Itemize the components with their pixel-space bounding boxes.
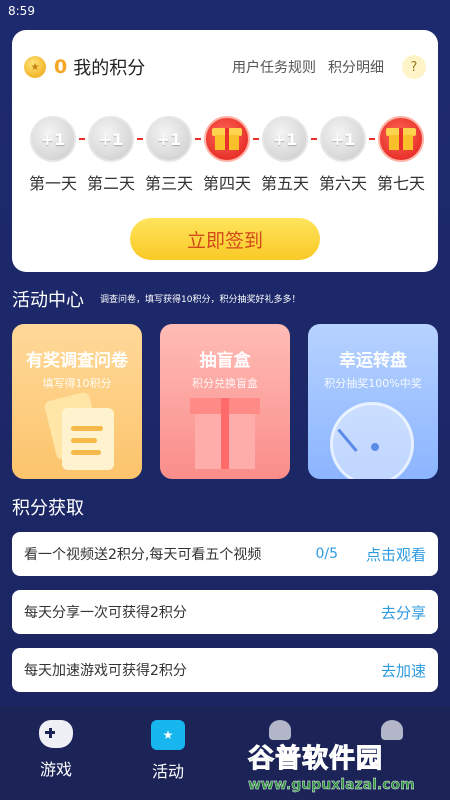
day-5: +1 第五天 xyxy=(256,116,314,194)
nav-label: 活动 xyxy=(151,762,184,781)
checkin-card: ★ 0 我的积分 用户任务规则 积分明细 ? +1 第一天 +1 第二天 +1 … xyxy=(12,30,438,272)
reward-coin-icon: +1 xyxy=(146,116,192,162)
card-title: 幸运转盘 xyxy=(339,351,407,371)
watermark-logo: 谷普软件园 xyxy=(248,744,384,775)
tv-star-icon: ★ xyxy=(151,720,185,750)
card-title: 抽盲盒 xyxy=(199,351,251,371)
card-subtitle: 填写得10积分 xyxy=(42,377,112,390)
day-6: +1 第六天 xyxy=(314,116,372,194)
day-7: 第七天 xyxy=(372,116,430,194)
points-row: ★ 0 我的积分 用户任务规则 积分明细 ? xyxy=(24,50,426,84)
task-count: 0/5 xyxy=(315,546,338,562)
day-label: 第二天 xyxy=(86,174,135,193)
reward-coin-icon: +1 xyxy=(320,116,366,162)
day-label: 第七天 xyxy=(376,174,425,193)
sign-in-button[interactable]: 立即签到 xyxy=(130,218,320,260)
help-icon[interactable]: ? xyxy=(402,55,426,79)
card-title: 有奖调查问卷 xyxy=(26,351,128,371)
watermark: 谷普软件园 www.gupuxlazal.com xyxy=(248,738,448,796)
task-row: 每天加速游戏可获得2积分 去加速 xyxy=(12,648,438,692)
task-row: 每天分享一次可获得2积分 去分享 xyxy=(12,590,438,634)
task-text: 看一个视频送2积分,每天可看五个视频 xyxy=(24,547,262,563)
task-row: 看一个视频送2积分,每天可看五个视频 0/5 点击观看 xyxy=(12,532,438,576)
earn-title: 积分获取 xyxy=(12,498,84,519)
points-value: 0 xyxy=(54,56,68,78)
accelerate-link[interactable]: 去加速 xyxy=(381,660,426,681)
day-label: 第一天 xyxy=(28,174,77,193)
activity-subtitle: 调查问卷，填写获得10积分，积分抽奖好礼多多！ xyxy=(100,295,301,305)
card-subtitle: 积分兑换盲盒 xyxy=(192,377,258,390)
points-title: 我的积分 xyxy=(73,58,146,79)
survey-card[interactable]: 有奖调查问卷 填写得10积分 xyxy=(12,324,142,479)
watch-video-link[interactable]: 点击观看 xyxy=(366,544,426,565)
reward-coin-icon: +1 xyxy=(30,116,76,162)
nav-icon xyxy=(381,720,403,740)
blind-box-card[interactable]: 抽盲盒 积分兑换盲盒 xyxy=(160,324,290,479)
questionnaire-icon xyxy=(42,391,122,476)
status-time: 8:59 xyxy=(8,4,35,18)
wheel-icon xyxy=(330,402,414,479)
gift-icon xyxy=(378,116,424,162)
nav-label: 游戏 xyxy=(39,760,72,779)
day-label: 第六天 xyxy=(318,174,367,193)
nav-item-4[interactable] xyxy=(352,720,432,740)
nav-item-3[interactable] xyxy=(240,720,320,740)
gift-box-icon xyxy=(190,392,260,472)
day-4: 第四天 xyxy=(198,116,256,194)
day-label: 第三天 xyxy=(144,174,193,193)
activity-title: 活动中心 xyxy=(12,290,84,311)
day-label: 第五天 xyxy=(260,174,309,193)
nav-item-activity[interactable]: ★ 活动 xyxy=(128,720,208,782)
gamepad-icon xyxy=(39,720,73,748)
card-subtitle: 积分抽奖100%中奖 xyxy=(324,377,422,390)
gift-icon xyxy=(204,116,250,162)
day-label: 第四天 xyxy=(202,174,251,193)
task-text: 每天加速游戏可获得2积分 xyxy=(24,663,187,679)
share-link[interactable]: 去分享 xyxy=(381,602,426,623)
reward-coin-icon: +1 xyxy=(262,116,308,162)
checkin-days: +1 第一天 +1 第二天 +1 第三天 第四天 +1 第五天 +1 第六天 第… xyxy=(24,116,434,226)
day-3: +1 第三天 xyxy=(140,116,198,194)
task-text: 每天分享一次可获得2积分 xyxy=(24,605,187,621)
status-bar: 8:59 xyxy=(0,0,450,22)
points-detail-link[interactable]: 积分明细 xyxy=(328,57,384,77)
nav-item-games[interactable]: 游戏 xyxy=(16,720,96,780)
coin-icon: ★ xyxy=(24,56,46,78)
reward-coin-icon: +1 xyxy=(88,116,134,162)
watermark-url: www.gupuxlazal.com xyxy=(248,777,415,793)
nav-icon xyxy=(269,720,291,740)
day-1: +1 第一天 xyxy=(24,116,82,194)
lucky-wheel-card[interactable]: 幸运转盘 积分抽奖100%中奖 xyxy=(308,324,438,479)
day-2: +1 第二天 xyxy=(82,116,140,194)
task-rules-link[interactable]: 用户任务规则 xyxy=(232,57,316,77)
